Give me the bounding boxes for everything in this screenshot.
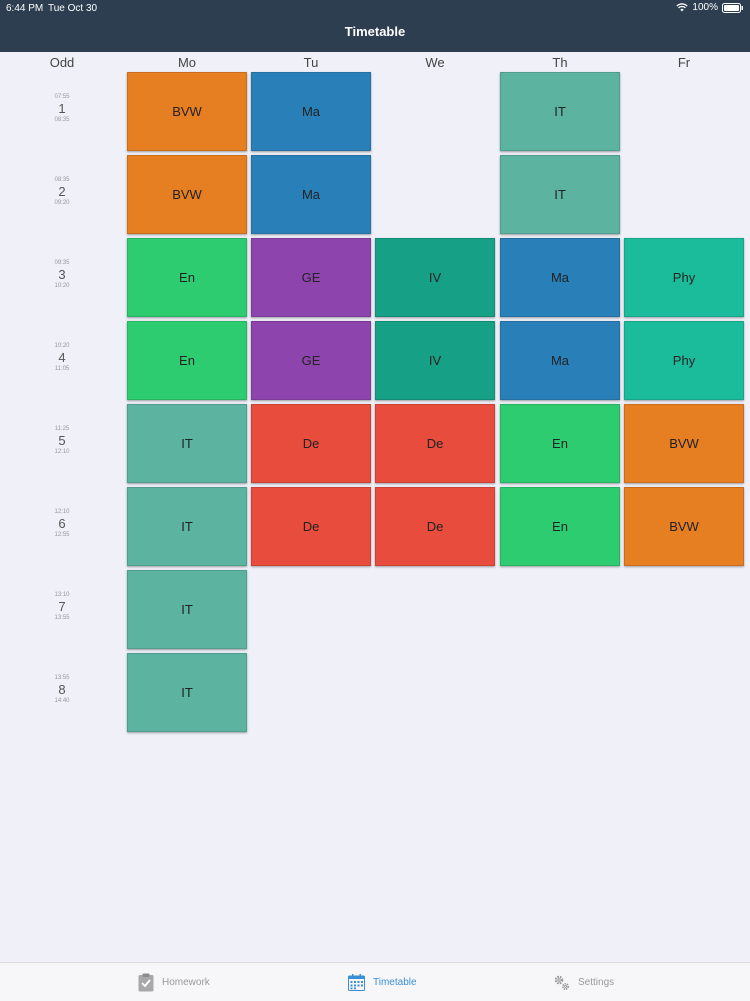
lesson-cell-ma[interactable]: Ma	[251, 155, 371, 234]
lesson-cell-en[interactable]: En	[500, 487, 620, 566]
period-start-time: 12:10	[54, 509, 70, 515]
lesson-cell-bvw[interactable]: BVW	[624, 404, 744, 483]
nav-bar: 6:44 PM Tue Oct 30 100% Timetable	[0, 0, 750, 52]
lesson-cell-bvw[interactable]: BVW	[127, 155, 247, 234]
lesson-cell-phy[interactable]: Phy	[624, 321, 744, 400]
lesson-cell-it[interactable]: IT	[127, 487, 247, 566]
lesson-cell-it[interactable]: IT	[127, 404, 247, 483]
timetable-grid: Odd Mo Tu We Th Fr 07:55 1 08:35 08:35 2 09:20 09:…	[0, 52, 750, 962]
period-label: 11:25 5 12:10	[2, 426, 122, 456]
period-start-time: 10:20	[54, 343, 70, 349]
lesson-cell-en[interactable]: En	[127, 238, 247, 317]
lesson-cell-de[interactable]: De	[375, 404, 495, 483]
period-start-time: 09:35	[54, 260, 70, 266]
lesson-cell-ma[interactable]: Ma	[500, 238, 620, 317]
calendar-icon	[348, 973, 365, 991]
period-end-time: 11:05	[54, 366, 70, 372]
period-end-time: 10:20	[54, 283, 70, 289]
period-number: 7	[58, 599, 66, 614]
period-label: 10:20 4 11:05	[2, 343, 122, 373]
day-header-mo: Mo	[177, 55, 197, 70]
period-label: 07:55 1 08:35	[2, 94, 122, 124]
period-label: 08:35 2 09:20	[2, 177, 122, 207]
battery-percent: 100%	[692, 2, 718, 13]
tab-timetable-label: Timetable	[373, 976, 417, 988]
period-label: 09:35 3 10:20	[2, 260, 122, 290]
lesson-cell-en[interactable]: En	[127, 321, 247, 400]
tab-bar: Homework Timetable Settings	[0, 962, 750, 1001]
lesson-cell-it[interactable]: IT	[127, 653, 247, 732]
tab-homework[interactable]: Homework	[138, 963, 210, 1001]
period-end-time: 08:35	[54, 117, 70, 123]
lesson-cell-de[interactable]: De	[375, 487, 495, 566]
tab-timetable[interactable]: Timetable	[348, 963, 417, 1001]
day-header-we: We	[425, 55, 445, 70]
day-header-tu: Tu	[303, 55, 319, 70]
lesson-cell-it[interactable]: IT	[500, 72, 620, 151]
period-start-time: 08:35	[54, 177, 70, 183]
period-number: 4	[58, 350, 66, 365]
gears-icon	[554, 975, 569, 990]
status-time: 6:44 PM	[6, 3, 44, 14]
page-title: Timetable	[344, 24, 406, 39]
status-date: Tue Oct 30	[48, 3, 98, 14]
period-number: 5	[58, 433, 66, 448]
lesson-cell-ge[interactable]: GE	[251, 238, 371, 317]
week-label[interactable]: Odd	[2, 55, 122, 70]
lesson-cell-ma[interactable]: Ma	[251, 72, 371, 151]
period-start-time: 11:25	[54, 426, 70, 432]
lesson-cell-phy[interactable]: Phy	[624, 238, 744, 317]
lesson-cell-iv[interactable]: IV	[375, 321, 495, 400]
tab-settings-label: Settings	[578, 976, 615, 988]
period-start-time: 13:10	[54, 592, 70, 598]
period-number: 2	[58, 184, 66, 199]
period-number: 6	[58, 516, 66, 531]
lesson-cell-de[interactable]: De	[251, 487, 371, 566]
period-start-time: 07:55	[54, 94, 70, 100]
period-number: 8	[58, 682, 66, 697]
period-label: 13:55 8 14:40	[2, 675, 122, 705]
lesson-cell-en[interactable]: En	[500, 404, 620, 483]
period-number: 1	[58, 101, 66, 116]
day-header-th: Th	[552, 55, 568, 70]
period-number: 3	[58, 267, 66, 282]
day-header-fr: Fr	[677, 55, 691, 70]
lesson-cell-iv[interactable]: IV	[375, 238, 495, 317]
period-end-time: 09:20	[54, 200, 70, 206]
lesson-cell-bvw[interactable]: BVW	[127, 72, 247, 151]
period-end-time: 12:55	[54, 532, 70, 538]
lesson-cell-it[interactable]: IT	[127, 570, 247, 649]
lesson-cell-ma[interactable]: Ma	[500, 321, 620, 400]
tab-homework-label: Homework	[162, 976, 210, 988]
lesson-cell-ge[interactable]: GE	[251, 321, 371, 400]
period-start-time: 13:55	[54, 675, 70, 681]
period-end-time: 12:10	[54, 449, 70, 455]
wifi-icon	[676, 3, 689, 12]
lesson-cell-it[interactable]: IT	[500, 155, 620, 234]
lesson-cell-de[interactable]: De	[251, 404, 371, 483]
clipboard-check-icon	[138, 973, 154, 991]
tab-settings[interactable]: Settings	[553, 963, 614, 1001]
period-label: 12:10 6 12:55	[2, 509, 122, 539]
status-right: 100%	[676, 2, 744, 13]
period-label: 13:10 7 13:55	[2, 592, 122, 622]
period-end-time: 14:40	[54, 698, 70, 704]
period-end-time: 13:55	[54, 615, 70, 621]
lesson-cell-bvw[interactable]: BVW	[624, 487, 744, 566]
battery-icon	[722, 2, 743, 13]
